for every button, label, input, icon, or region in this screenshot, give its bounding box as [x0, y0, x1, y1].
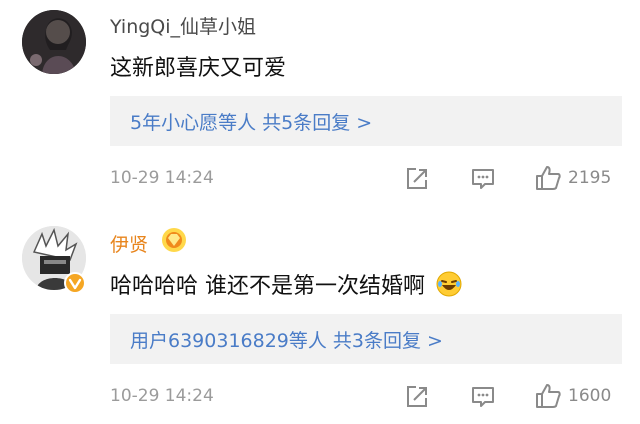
timestamp: 10-29 14:24	[110, 168, 214, 188]
timestamp: 10-29 14:24	[110, 386, 214, 406]
laughing-emoji-icon	[436, 271, 462, 303]
comment-text: 这新郎喜庆又可爱	[110, 56, 287, 81]
avatar[interactable]	[22, 10, 86, 74]
thumbs-up-icon	[536, 384, 561, 408]
thumbs-up-icon	[536, 166, 561, 190]
share-icon	[407, 386, 427, 407]
share-button[interactable]	[404, 166, 430, 196]
comment-item: YingQi_仙草小姐 这新郎喜庆又可爱 5年小心愿等人 共5条回复 > 10-…	[0, 0, 640, 210]
member-badge-icon	[160, 226, 188, 258]
comment-text-body: 哈哈哈哈 谁还不是第一次结婚啊	[110, 274, 425, 299]
share-icon	[407, 168, 427, 189]
verified-badge-icon	[64, 272, 86, 298]
comment-button[interactable]	[470, 166, 496, 196]
like-button[interactable]	[534, 164, 562, 196]
username[interactable]: 伊贤	[110, 230, 148, 257]
reply-summary-link[interactable]: 5年小心愿等人 共5条回复 >	[130, 108, 372, 135]
reply-preview[interactable]: 用户6390316829等人 共3条回复 >	[110, 314, 622, 364]
reply-summary-link[interactable]: 用户6390316829等人 共3条回复 >	[130, 326, 443, 353]
comment-text: 哈哈哈哈 谁还不是第一次结婚啊	[110, 268, 462, 303]
comment-icon	[472, 169, 494, 189]
reply-preview[interactable]: 5年小心愿等人 共5条回复 >	[110, 96, 622, 146]
share-button[interactable]	[404, 384, 430, 414]
comment-icon	[472, 387, 494, 407]
comment-item: 伊贤 哈哈哈哈 谁还不是第一次结婚啊 用户6390316829等人 共3条回复 …	[0, 210, 640, 424]
like-button[interactable]	[534, 382, 562, 414]
comment-button[interactable]	[470, 384, 496, 414]
like-count: 1600	[568, 386, 612, 406]
username[interactable]: YingQi_仙草小姐	[110, 12, 256, 39]
like-count: 2195	[568, 168, 612, 188]
